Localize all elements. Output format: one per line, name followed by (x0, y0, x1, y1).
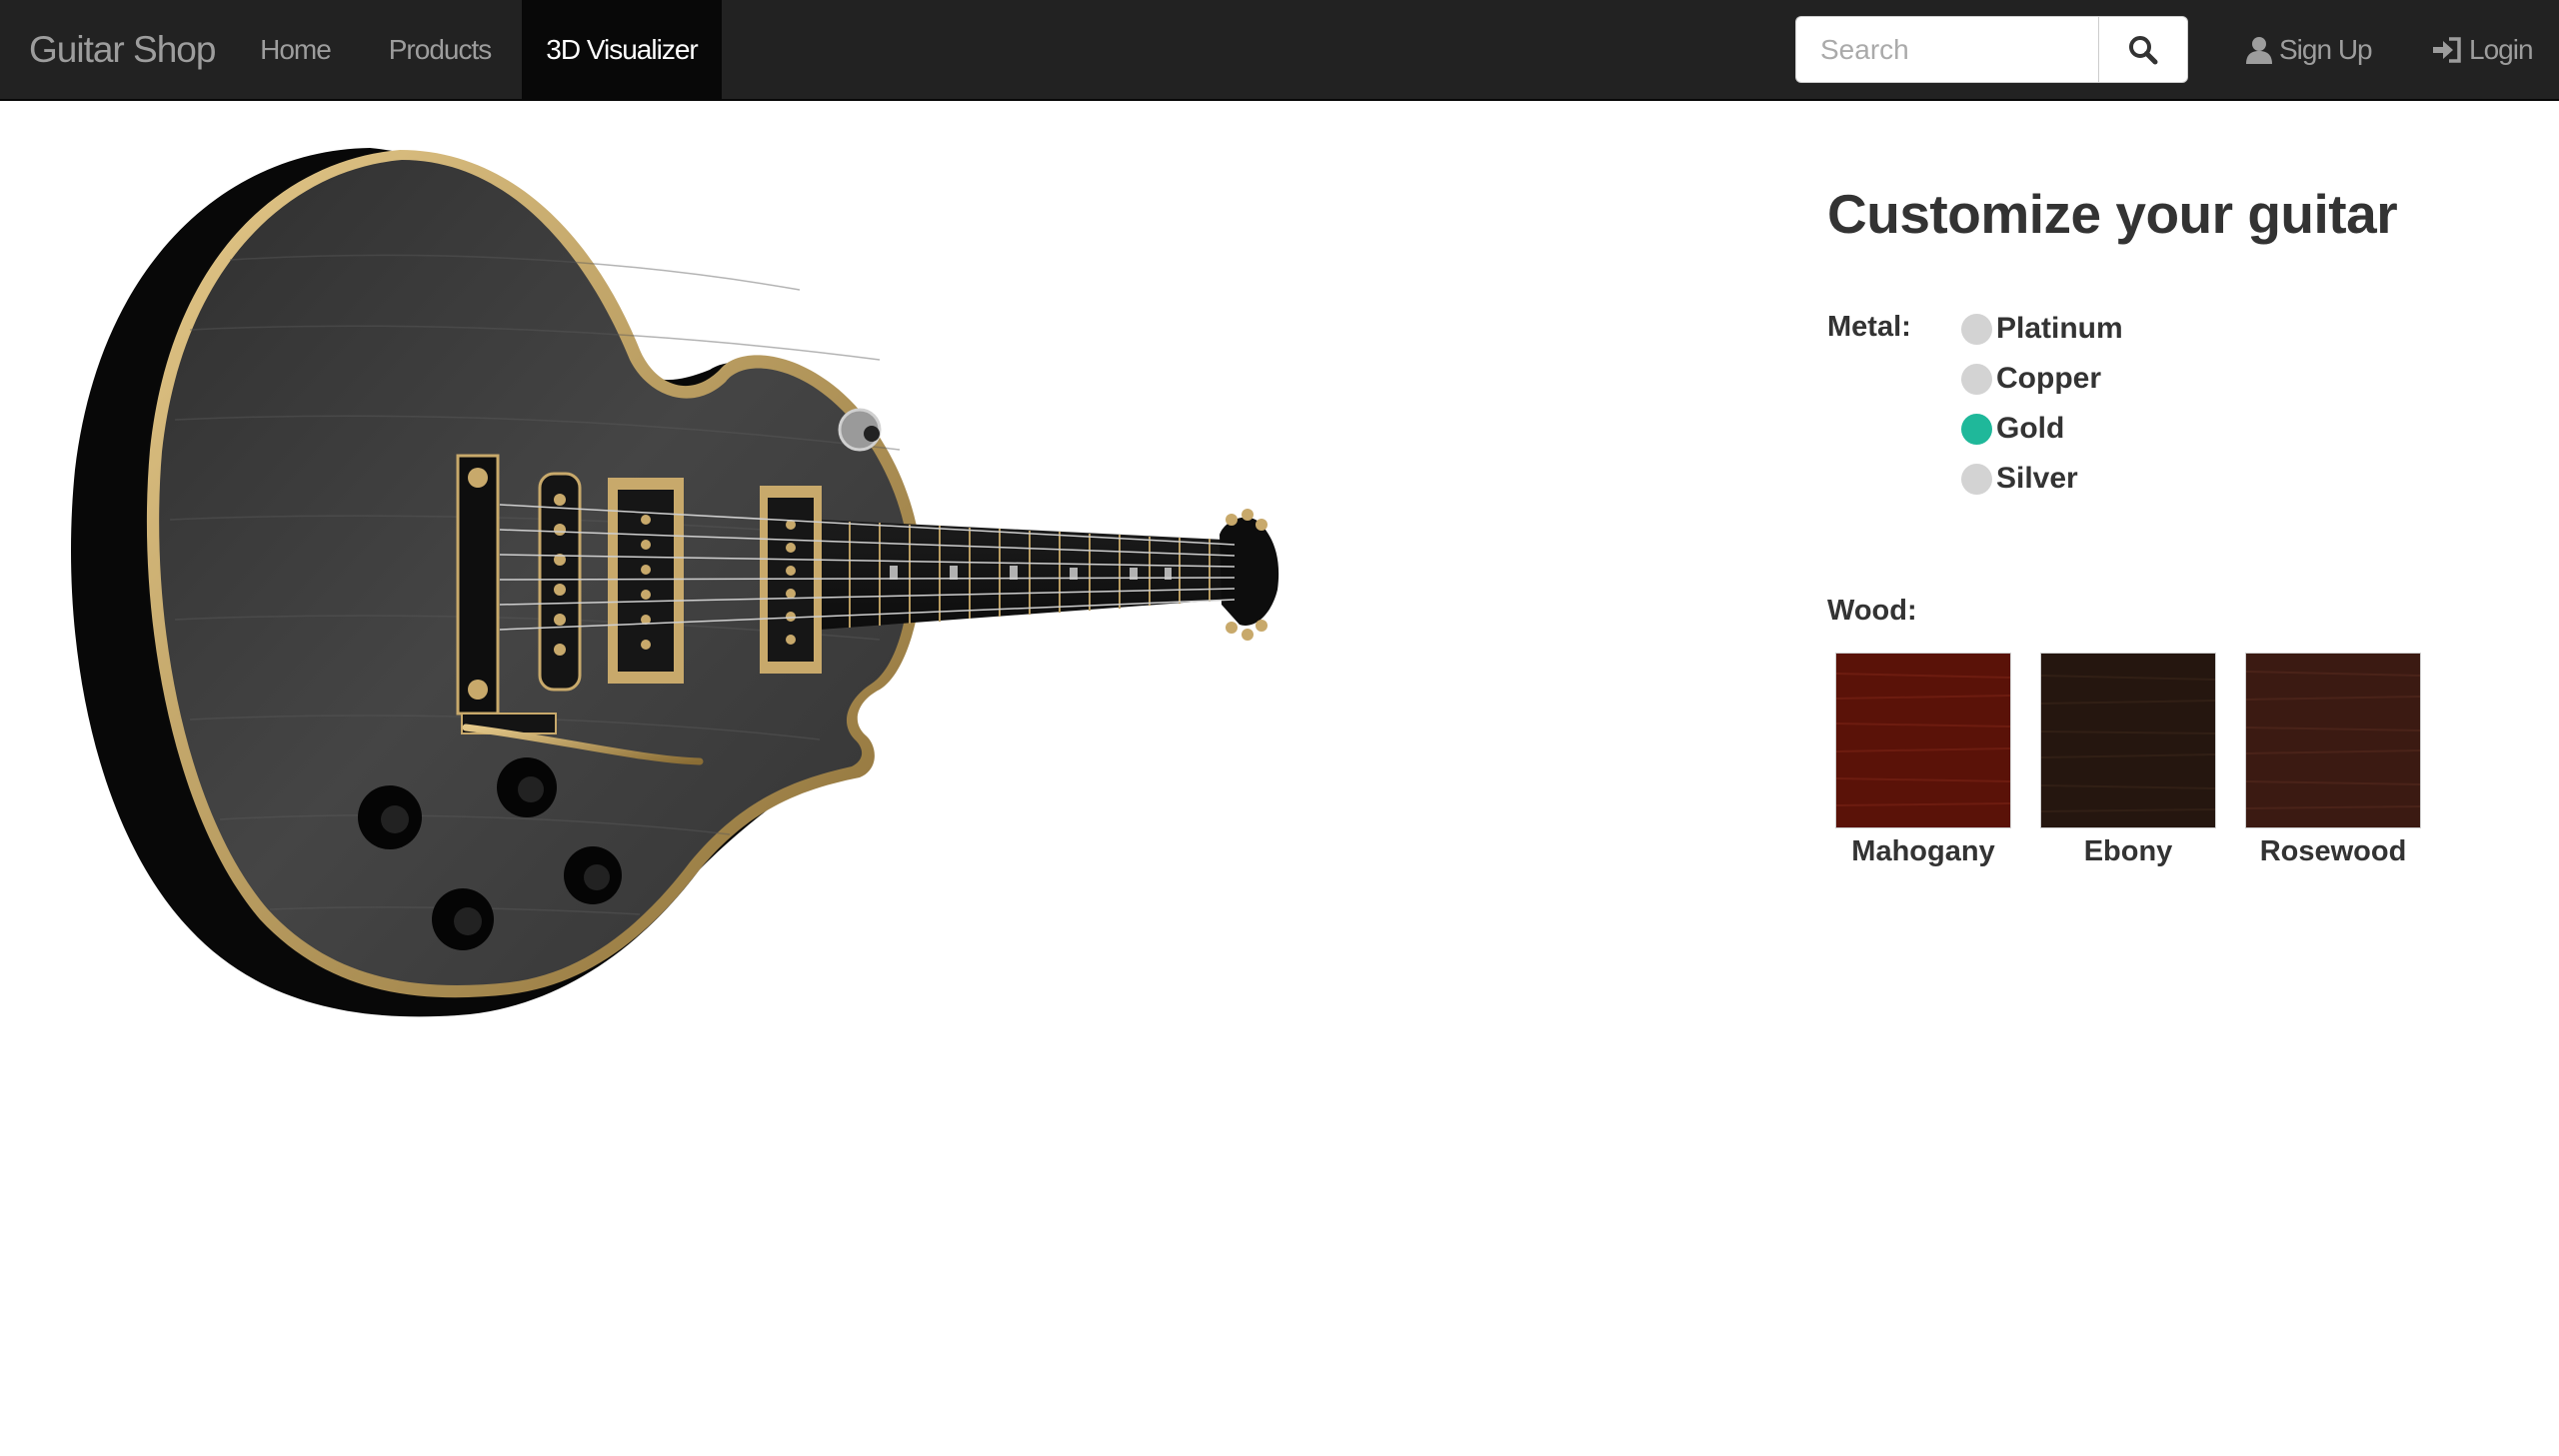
wood-name-rosewood: Rosewood (2259, 835, 2407, 867)
metal-option-label: Gold (1996, 412, 2065, 445)
radio-button-selected[interactable] (1961, 413, 1992, 445)
sign-up-label: Sign Up (2279, 34, 2373, 65)
search-button[interactable] (2098, 16, 2188, 83)
ebony-texture (2040, 654, 2216, 827)
search-icon (2129, 35, 2158, 64)
radio-button[interactable] (1961, 463, 1992, 495)
metal-option-platinum[interactable]: Platinum (1961, 309, 2123, 349)
nav-link-3d-visualizer[interactable]: 3D Visualizer (522, 0, 722, 99)
login-label: Login (2469, 34, 2534, 65)
wood-swatch-ebony[interactable] (2040, 653, 2216, 828)
wood-swatch-mahogany[interactable] (1835, 653, 2011, 828)
wood-name-ebony: Ebony (2083, 835, 2173, 867)
login-link[interactable]: Login (2431, 0, 2534, 99)
search-form (1795, 16, 2188, 83)
wood-label: Wood: (1827, 595, 1917, 627)
metal-option-label: Silver (1996, 462, 2078, 495)
radio-button[interactable] (1961, 313, 1992, 345)
radio-button[interactable] (1961, 363, 1992, 395)
brand-logo[interactable]: Guitar Shop (29, 0, 216, 99)
metal-option-copper[interactable]: Copper (1961, 359, 2101, 399)
top-navbar: Guitar Shop Home Products 3D Visualizer … (0, 0, 2559, 101)
metal-option-gold[interactable]: Gold (1961, 409, 2064, 449)
nav-link-home[interactable]: Home (233, 0, 358, 99)
guitar-model (71, 148, 1280, 1017)
customizer-title: Customize your guitar (1827, 183, 2398, 245)
rosewood-texture (2245, 654, 2421, 827)
metal-option-silver[interactable]: Silver (1961, 459, 2078, 499)
search-input[interactable] (1795, 16, 2098, 83)
log-in-icon (2433, 36, 2461, 63)
user-icon (2246, 36, 2272, 64)
metal-label: Metal: (1827, 311, 1911, 343)
sign-up-link[interactable]: Sign Up (2245, 0, 2373, 99)
metal-option-label: Platinum (1996, 312, 2123, 345)
guitar-3d-viewport[interactable] (0, 101, 1759, 1451)
metal-option-label: Copper (1996, 362, 2101, 395)
wood-swatch-rosewood[interactable] (2245, 653, 2421, 828)
mahogany-texture (1835, 654, 2011, 827)
nav-link-products[interactable]: Products (358, 0, 522, 99)
wood-name-mahogany: Mahogany (1851, 835, 1995, 867)
